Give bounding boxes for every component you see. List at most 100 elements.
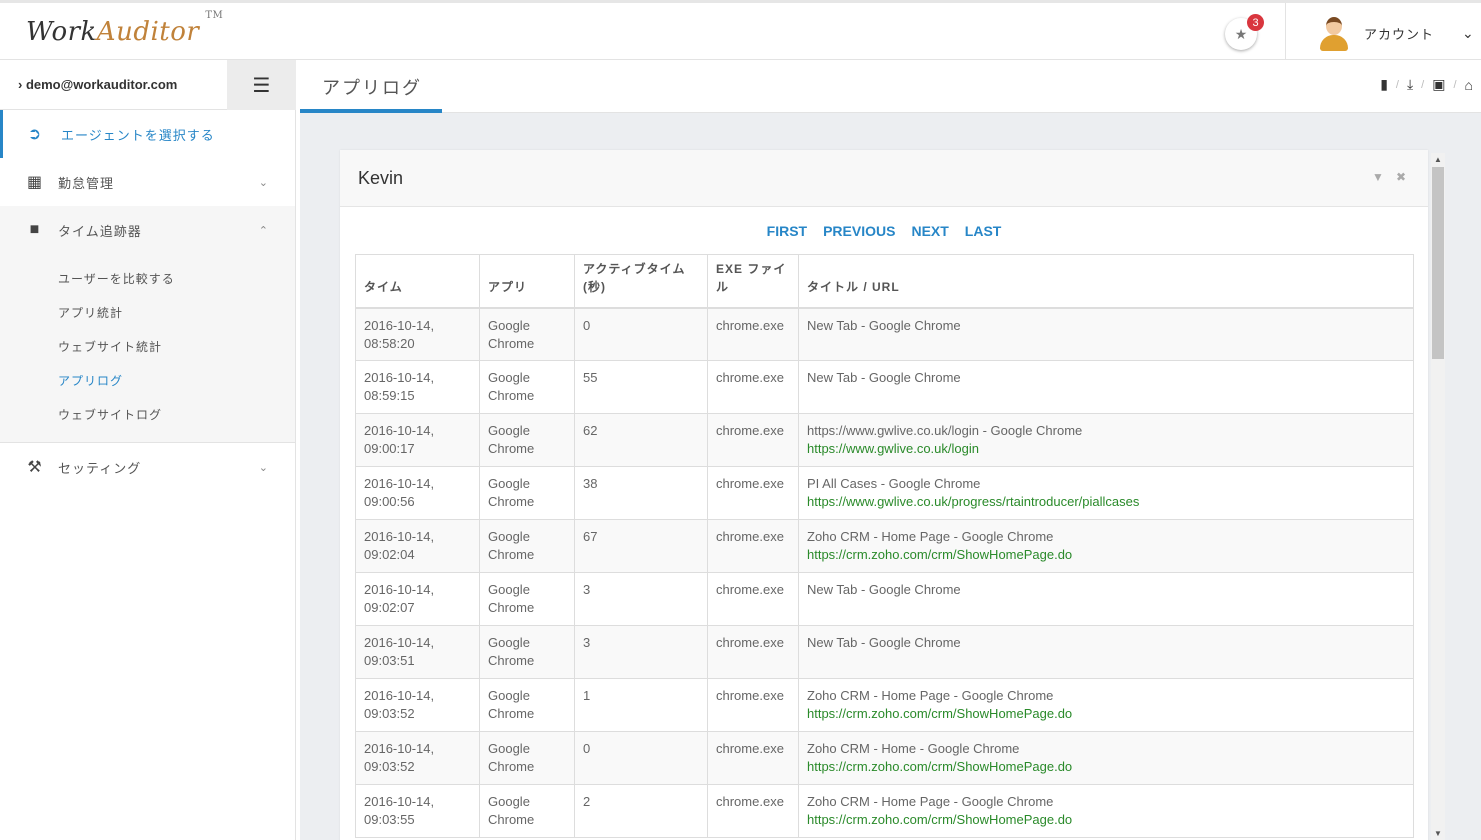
first-page-link[interactable]: FIRST <box>767 223 807 239</box>
url-link[interactable]: https://crm.zoho.com/crm/ShowHomePage.do <box>807 758 1405 776</box>
table-row: 2016-10-14, 08:59:15 Google Chrome 55 chrom… <box>355 360 1414 414</box>
cell-title-url: New Tab - Google Chrome <box>798 572 1414 626</box>
cell-time: 2016-10-14, 08:59:15 <box>355 360 480 414</box>
breadcrumb-separator: / <box>1421 78 1425 91</box>
scrollbar-thumb[interactable] <box>1432 167 1444 359</box>
url-link[interactable]: https://www.gwlive.co.uk/login <box>807 440 1405 458</box>
account-label: アカウント <box>1364 26 1435 42</box>
cell-active-time: 67 <box>574 519 708 573</box>
user-email[interactable]: › demo@workauditor.com <box>18 77 177 92</box>
table-row: 2016-10-14, 09:03:52 Google Chrome 1 chrome… <box>355 678 1414 732</box>
user-email-text: demo@workauditor.com <box>25 77 178 92</box>
cell-active-time: 38 <box>574 466 708 520</box>
sidebar-toggle-button[interactable]: ☰ <box>227 60 296 110</box>
cell-time: 2016-10-14, 09:02:04 <box>355 519 480 573</box>
column-header-time[interactable]: タイム <box>355 254 480 309</box>
column-header-app[interactable]: アプリ <box>479 254 575 309</box>
submenu-website-log[interactable]: ウェブサイトログ <box>0 398 295 432</box>
cell-title-url: Zoho CRM - Home - Google Chrome https://c… <box>798 731 1414 785</box>
cell-active-time: 1 <box>574 678 708 732</box>
header-divider <box>1285 3 1286 60</box>
table-row: 2016-10-14, 09:00:17 Google Chrome 62 chrom… <box>355 413 1414 467</box>
cell-title-url: Zoho CRM - Home Page - Google Chrome http… <box>798 784 1414 838</box>
cell-time: 2016-10-14, 09:03:55 <box>355 784 480 838</box>
logo-trademark: TM <box>205 10 224 22</box>
table-row: 2016-10-14, 08:58:20 Google Chrome 0 chrome… <box>355 307 1414 361</box>
table-row: 2016-10-14, 09:02:07 Google Chrome 3 chrome… <box>355 572 1414 626</box>
collapse-icon[interactable]: ▼ <box>1372 170 1384 184</box>
sidebar-item-select-agent[interactable]: ➲ エージェントを選択する <box>0 110 295 158</box>
sidebar-item-label: タイム追跡器 <box>58 223 142 239</box>
scroll-up-arrow-icon[interactable]: ▲ <box>1431 155 1445 164</box>
table-header-row: タイム アプリ アクティブタイム (秒) EXE ファイル タイトル / URL <box>355 254 1414 309</box>
logo-text-auditor: Auditor <box>96 17 200 47</box>
cell-exe: chrome.exe <box>707 413 799 467</box>
cell-title-url: Zoho CRM - Home Page - Google Chrome http… <box>798 678 1414 732</box>
previous-page-link[interactable]: PREVIOUS <box>823 223 895 239</box>
url-link[interactable]: https://crm.zoho.com/crm/ShowHomePage.do <box>807 546 1405 564</box>
hamburger-icon: ☰ <box>252 74 271 97</box>
cell-title-url: New Tab - Google Chrome <box>798 625 1414 679</box>
submenu-app-log[interactable]: アプリログ <box>0 364 295 398</box>
breadcrumb-separator: / <box>1395 78 1399 91</box>
last-page-link[interactable]: LAST <box>965 223 1002 239</box>
cell-active-time: 62 <box>574 413 708 467</box>
cell-time: 2016-10-14, 09:03:51 <box>355 625 480 679</box>
submenu-app-stats[interactable]: アプリ統計 <box>0 296 295 330</box>
sidebar-item-label: 勤怠管理 <box>58 175 115 191</box>
scrollbar[interactable]: ▲ ▼ <box>1431 153 1445 840</box>
cell-app: Google Chrome <box>479 572 575 626</box>
download-icon[interactable]: ⤓ <box>1407 76 1413 93</box>
cell-time: 2016-10-14, 09:02:07 <box>355 572 480 626</box>
submenu-compare-users[interactable]: ユーザーを比較する <box>0 262 295 296</box>
window-title: New Tab - Google Chrome <box>807 635 961 650</box>
cell-active-time: 3 <box>574 572 708 626</box>
sign-in-icon: ➲ <box>27 126 43 143</box>
window-title: PI All Cases - Google Chrome <box>807 476 981 491</box>
column-header-exe[interactable]: EXE ファイル <box>707 254 799 309</box>
window-title: Zoho CRM - Home - Google Chrome <box>807 741 1020 756</box>
table-row: 2016-10-14, 09:03:55 Google Chrome 2 chrome… <box>355 784 1414 838</box>
pagination: FIRST PREVIOUS NEXT LAST <box>340 207 1428 255</box>
sidebar-item-attendance[interactable]: ▦ 勤怠管理 ⌄ <box>0 158 295 206</box>
url-link[interactable]: https://www.gwlive.co.uk/progress/rtaint… <box>807 493 1405 511</box>
cell-app: Google Chrome <box>479 784 575 838</box>
cell-app: Google Chrome <box>479 731 575 785</box>
breadcrumb-toolbar: ▮ / ⤓ / ▣ / ⌂ <box>1380 76 1473 93</box>
submenu-website-stats[interactable]: ウェブサイト統計 <box>0 330 295 364</box>
cell-time: 2016-10-14, 09:03:52 <box>355 678 480 732</box>
cell-title-url: New Tab - Google Chrome <box>798 360 1414 414</box>
calendar-icon: ▦ <box>26 174 44 191</box>
next-page-link[interactable]: NEXT <box>911 223 948 239</box>
chevron-down-icon: ⌄ <box>258 461 269 474</box>
notifications-button[interactable]: ★ 3 <box>1225 14 1264 50</box>
account-menu[interactable]: アカウント ⌄ <box>1318 15 1475 51</box>
url-link[interactable]: https://crm.zoho.com/crm/ShowHomePage.do <box>807 811 1405 829</box>
top-header: WorkAuditor TM ★ 3 アカウント ⌄ <box>0 0 1481 60</box>
sidebar-item-settings[interactable]: ⚒ セッティング ⌄ <box>0 443 295 491</box>
wrench-icon: ⚒ <box>27 459 43 476</box>
cell-time: 2016-10-14, 09:00:17 <box>355 413 480 467</box>
sidebar-user: › demo@workauditor.com ☰ <box>0 60 296 110</box>
book-icon[interactable]: ▮ <box>1380 76 1388 93</box>
url-link[interactable]: https://crm.zoho.com/crm/ShowHomePage.do <box>807 705 1405 723</box>
window-title: New Tab - Google Chrome <box>807 317 961 333</box>
cell-exe: chrome.exe <box>707 784 799 838</box>
close-icon[interactable]: ✖ <box>1396 170 1406 184</box>
window-title: Zoho CRM - Home Page - Google Chrome <box>807 688 1054 703</box>
column-header-title-url[interactable]: タイトル / URL <box>798 254 1414 309</box>
column-header-active-time[interactable]: アクティブタイム (秒) <box>574 254 708 309</box>
cell-title-url: New Tab - Google Chrome <box>798 307 1414 361</box>
home-icon[interactable]: ⌂ <box>1465 77 1473 93</box>
logo[interactable]: WorkAuditor TM <box>26 10 223 47</box>
table-row: 2016-10-14, 09:02:04 Google Chrome 67 chrom… <box>355 519 1414 573</box>
cell-time: 2016-10-14, 08:58:20 <box>355 307 480 361</box>
table-row: 2016-10-14, 09:00:56 Google Chrome 38 chrom… <box>355 466 1414 520</box>
cart-icon[interactable]: ▣ <box>1432 76 1445 93</box>
notification-badge: 3 <box>1247 14 1264 31</box>
chevron-up-icon: ⌃ <box>258 224 269 237</box>
scroll-down-arrow-icon[interactable]: ▼ <box>1431 829 1445 838</box>
sidebar-item-time-tracker[interactable]: ■ タイム追跡器 ⌃ <box>0 206 295 254</box>
logo-text-work: Work <box>26 17 97 47</box>
page-title: アプリログ <box>322 78 422 98</box>
